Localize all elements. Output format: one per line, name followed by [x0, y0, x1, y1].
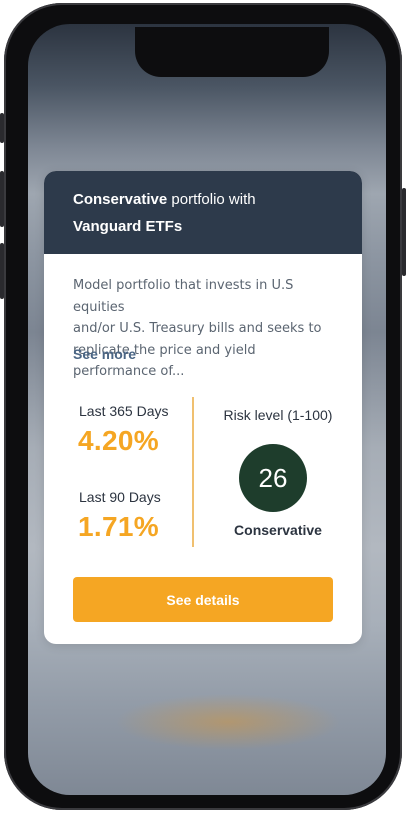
- risk-level-label: Risk level (1-100): [223, 407, 333, 423]
- see-more-link[interactable]: See more: [73, 346, 136, 362]
- power-button: [402, 188, 406, 276]
- risk-score-value: 26: [258, 462, 288, 493]
- description-line: and/or U.S. Treasury bills and seeks to: [73, 321, 322, 336]
- portfolio-description: Model portfolio that invests in U.S equi…: [73, 275, 341, 383]
- portfolio-card: Conservative portfolio with Vanguard ETF…: [44, 171, 362, 644]
- stat-label-90-days: Last 90 Days: [79, 489, 161, 505]
- card-title-line1: Conservative portfolio with: [73, 186, 333, 213]
- card-title-rest: portfolio with: [167, 191, 256, 208]
- see-details-button[interactable]: See details: [73, 577, 333, 622]
- card-header: Conservative portfolio with Vanguard ETF…: [44, 171, 362, 254]
- risk-score-badge: 26: [239, 444, 307, 512]
- silent-switch: [0, 113, 4, 143]
- risk-level-name: Conservative: [234, 522, 322, 538]
- card-title-line2: Vanguard ETFs: [73, 218, 183, 235]
- stat-label-365-days: Last 365 Days: [79, 403, 169, 419]
- volume-up-button: [0, 171, 4, 227]
- description-line: Model portfolio that invests in U.S equi…: [73, 278, 294, 315]
- volume-down-button: [0, 243, 4, 299]
- card-title-bold: Conservative: [73, 191, 168, 208]
- stat-value-365-days: 4.20%: [78, 425, 159, 456]
- notch: [135, 27, 329, 77]
- stat-value-90-days: 1.71%: [78, 511, 159, 542]
